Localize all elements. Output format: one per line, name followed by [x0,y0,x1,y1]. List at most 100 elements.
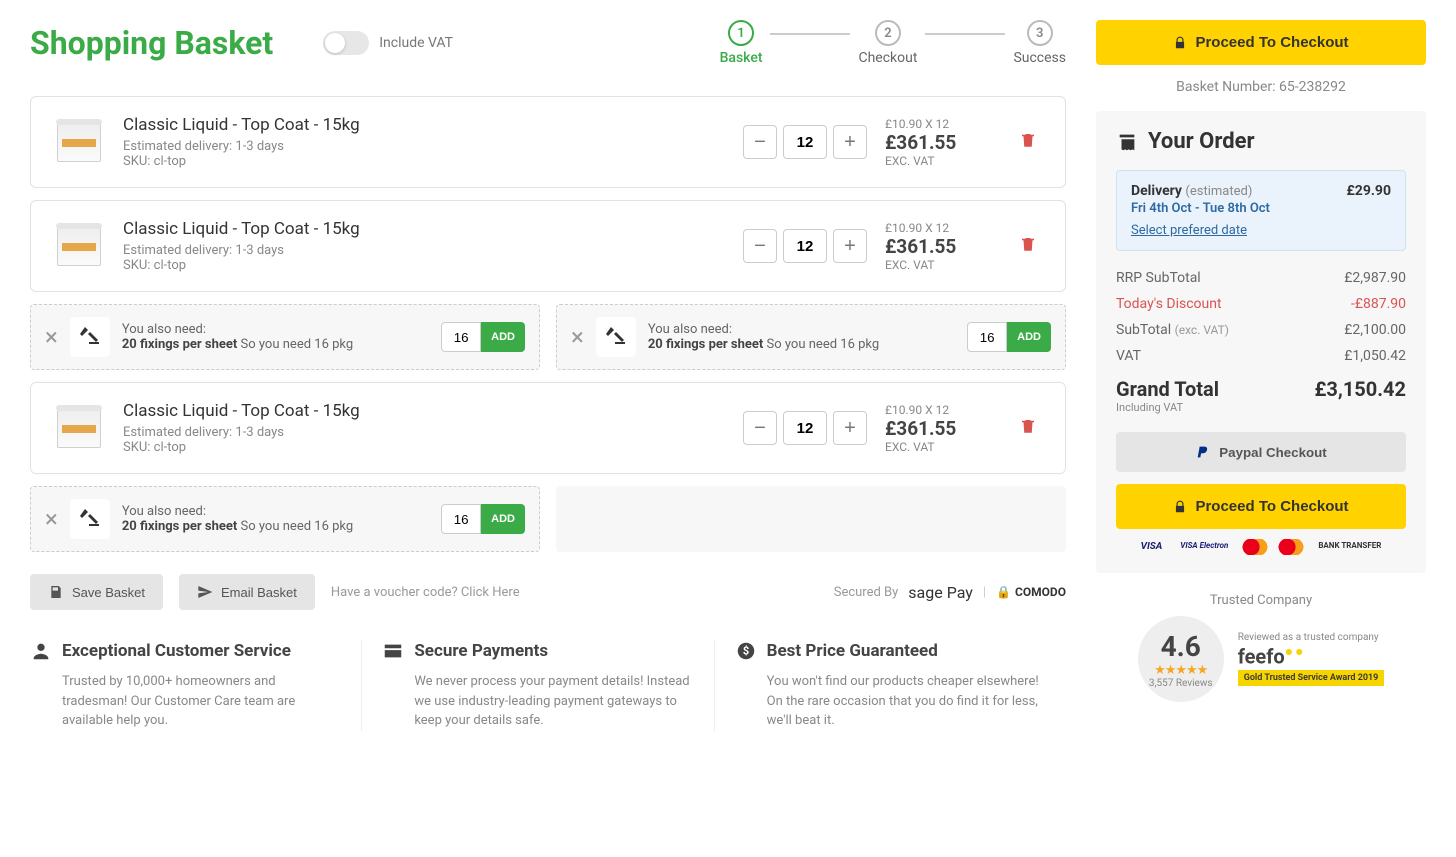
addon-intro: You also need: [122,504,429,519]
qty-input[interactable] [783,229,827,263]
addon-intro: You also need: [648,322,955,337]
addon-rest: So you need 16 pkg [237,519,353,534]
maestro-icon [1278,539,1304,555]
remove-item-button[interactable] [1013,229,1043,263]
addon-rest: So you need 16 pkg [763,337,879,352]
email-basket-button[interactable]: Email Basket [179,574,315,610]
remove-item-button[interactable] [1013,125,1043,159]
visa-electron-icon: VISA Electron [1176,539,1232,555]
qty-plus-button[interactable]: + [833,229,867,263]
product-thumb [53,402,105,454]
feature-body: We never process your payment details! I… [414,672,693,731]
sagepay-logo: sage Pay [908,583,973,602]
checkout-button-top[interactable]: Proceed To Checkout [1096,20,1426,65]
mastercard-icon [1242,539,1268,555]
qty-minus-button[interactable]: − [743,229,777,263]
addon-thumb [70,317,110,357]
addon-add-button[interactable]: ADD [1007,322,1051,352]
feature-customer-service: Exceptional Customer Service Trusted by … [30,640,362,731]
product-name[interactable]: Classic Liquid - Top Coat - 15kg [123,115,725,135]
qty-input[interactable] [783,125,827,159]
delivery-date-link[interactable]: Select prefered date [1131,223,1247,238]
feature-title: Exceptional Customer Service [62,641,291,661]
delivery-estimated: (estimated) [1185,184,1252,199]
addon-rest: So you need 16 pkg [237,337,353,352]
rating-value: 4.6 [1161,630,1201,663]
price-icon: $ [735,640,757,662]
addon-card: × You also need: 20 fixings per sheet So… [556,304,1066,370]
addon-close-button[interactable]: × [45,325,58,349]
rrp-label: RRP SubTotal [1116,270,1201,286]
cart-item: Classic Liquid - Top Coat - 15kg Estimat… [30,200,1066,292]
exvat-label: EXC. VAT [885,154,995,168]
line-total: £361.55 [885,131,995,154]
receipt-icon [1116,131,1138,153]
feature-body: Trusted by 10,000+ homeowners and trades… [62,672,341,731]
addon-qty-input[interactable] [441,504,481,534]
email-basket-label: Email Basket [221,585,297,600]
product-name[interactable]: Classic Liquid - Top Coat - 15kg [123,401,725,421]
product-thumb [53,116,105,168]
addon-card: × You also need: 20 fixings per sheet So… [30,486,540,552]
addon-empty-slot [556,486,1066,552]
addon-card: × You also need: 20 fixings per sheet So… [30,304,540,370]
qty-plus-button[interactable]: + [833,411,867,445]
rrp-value: £2,987.90 [1344,270,1406,286]
users-icon [30,640,52,662]
addon-add-button[interactable]: ADD [481,322,525,352]
feature-title: Best Price Guaranteed [767,641,938,661]
remove-item-button[interactable] [1013,411,1043,445]
rating-circle: 4.6 ★★★★★ 3,557 Reviews [1138,616,1224,702]
addon-bold: 20 fixings per sheet [648,337,763,352]
paypal-icon [1195,444,1211,460]
addon-close-button[interactable]: × [45,507,58,531]
qty-input[interactable] [783,411,827,445]
lock-icon [1173,36,1187,50]
step-1-label: Basket [720,50,763,66]
grand-total-sub: Including VAT [1116,401,1219,414]
save-basket-label: Save Basket [72,585,145,600]
comodo-logo: COMODO [996,585,1066,599]
grand-total-label: Grand Total [1116,377,1219,401]
step-3-circle: 3 [1027,20,1053,46]
feature-title: Secure Payments [414,641,548,661]
qty-plus-button[interactable]: + [833,125,867,159]
addon-thumb [596,317,636,357]
reviews-count: 3,557 Reviews [1149,678,1213,689]
fixing-icon [78,507,102,531]
trusted-company: Trusted Company 4.6 ★★★★★ 3,557 Reviews … [1096,593,1426,702]
checkout-steps: 1 Basket 2 Checkout 3 Success [720,20,1066,66]
save-basket-button[interactable]: Save Basket [30,574,163,610]
addon-close-button[interactable]: × [571,325,584,349]
feefo-badge: Gold Trusted Service Award 2019 [1238,670,1385,686]
fixing-icon [604,325,628,349]
payment-icons: VISA VISA Electron BANK TRANSFER [1116,539,1406,555]
paypal-checkout-button[interactable]: Paypal Checkout [1116,432,1406,472]
feature-secure-payments: Secure Payments We never process your pa… [362,640,714,731]
step-1-circle: 1 [728,20,754,46]
card-icon [382,640,404,662]
fixing-icon [78,325,102,349]
product-thumb [53,220,105,272]
addon-bold: 20 fixings per sheet [122,337,237,352]
exvat-label: EXC. VAT [885,258,995,272]
subtotal-label: SubTotal [1116,322,1175,338]
addon-qty-input[interactable] [441,322,481,352]
vat-label: VAT [1116,348,1141,364]
subtotal-value: £2,100.00 [1344,322,1406,338]
discount-label: Today's Discount [1116,296,1222,312]
voucher-link[interactable]: Have a voucher code? Click Here [331,585,520,600]
qty-minus-button[interactable]: − [743,125,777,159]
addon-intro: You also need: [122,322,429,337]
bank-transfer-icon: BANK TRANSFER [1314,539,1385,555]
addon-qty-input[interactable] [967,322,1007,352]
qty-minus-button[interactable]: − [743,411,777,445]
checkout-button-bottom[interactable]: Proceed To Checkout [1116,484,1406,529]
svg-text:$: $ [743,645,749,658]
product-name[interactable]: Classic Liquid - Top Coat - 15kg [123,219,725,239]
addon-add-button[interactable]: ADD [481,504,525,534]
vat-toggle[interactable] [323,31,369,55]
addon-bold: 20 fixings per sheet [122,519,237,534]
unit-price: £10.90 X 12 [885,403,995,417]
checkout-label: Proceed To Checkout [1195,34,1348,51]
